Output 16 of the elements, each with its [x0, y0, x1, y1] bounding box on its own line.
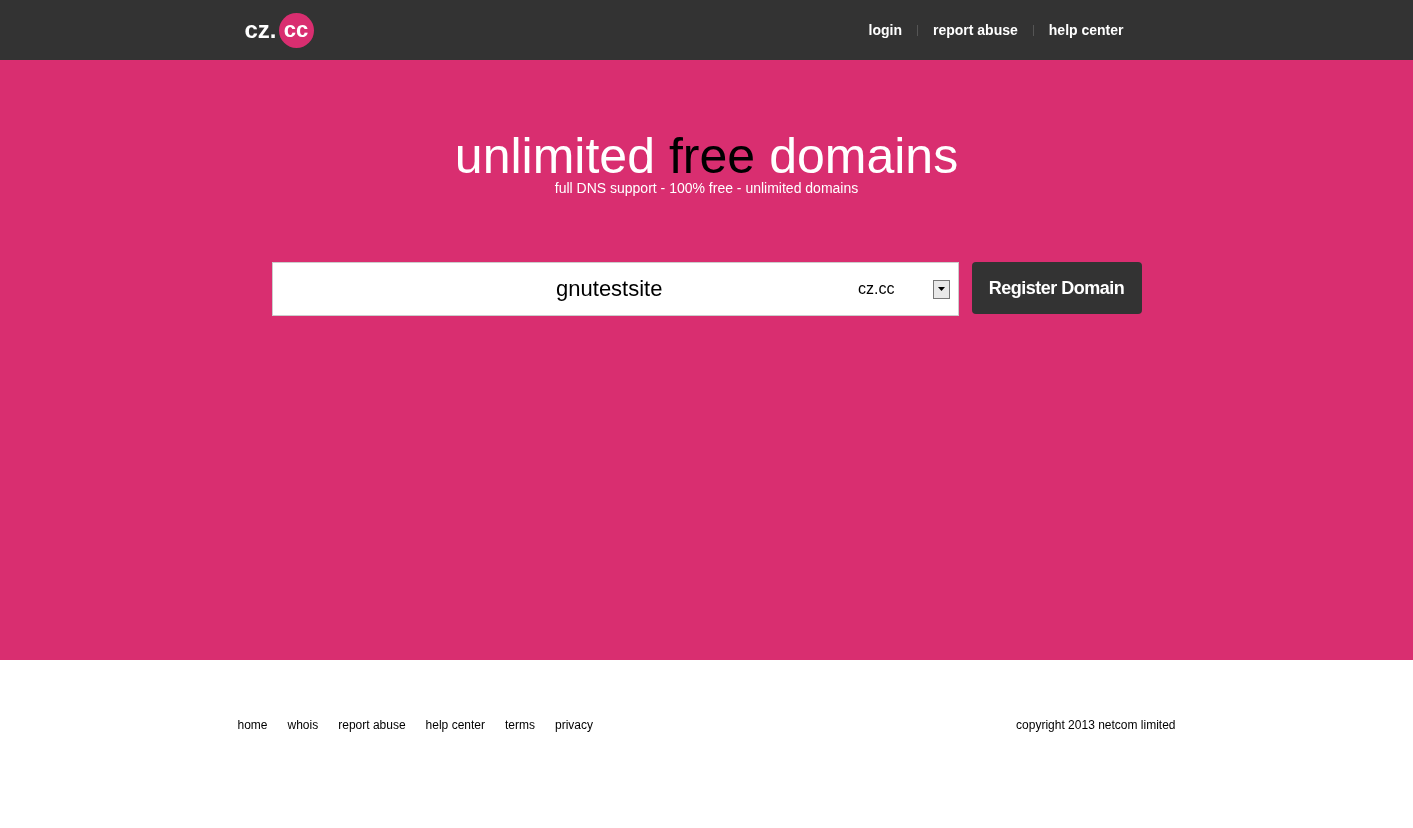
tagline: full DNS support - 100% free - unlimited domains [554, 180, 859, 196]
footer-link[interactable]: whois [287, 718, 319, 732]
zone-select[interactable]: cz.cc [858, 280, 895, 298]
domain-field[interactable]: gnutestsite cz.cc [271, 262, 959, 316]
copyright: copyright 2013 netcom limited [1016, 718, 1176, 732]
footer-link[interactable]: privacy [555, 718, 593, 732]
nav-link[interactable]: login [853, 22, 917, 38]
nav-link[interactable]: report abuse [918, 22, 1033, 38]
logo-badge: cc [278, 12, 314, 48]
footer-link[interactable]: help center [425, 718, 485, 732]
footer-link[interactable]: home [237, 718, 268, 732]
register-button[interactable]: Register Domain [971, 262, 1142, 314]
footer-link[interactable]: report abuse [338, 718, 406, 732]
footer-link[interactable]: terms [505, 718, 535, 732]
nav-link[interactable]: help center [1033, 22, 1139, 38]
logo-text: cz. [244, 16, 277, 44]
